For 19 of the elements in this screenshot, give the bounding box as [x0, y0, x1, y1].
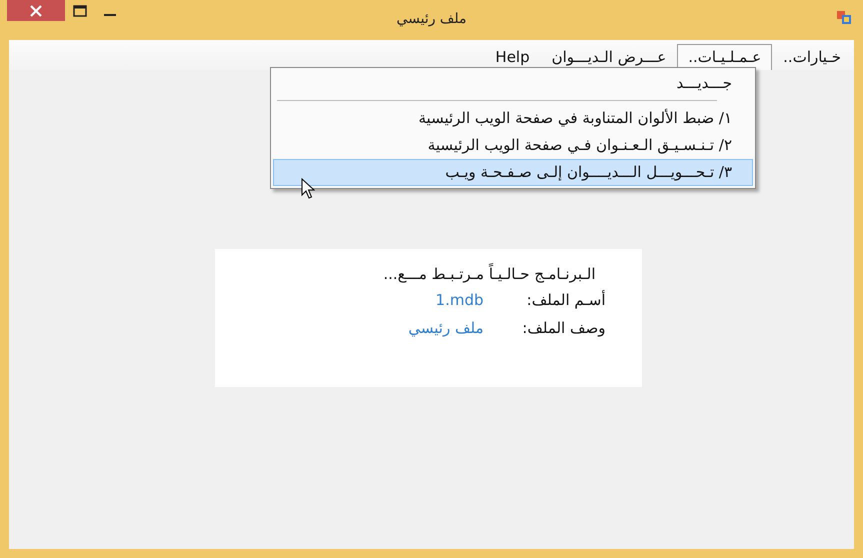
field-value: ملف رئيسي: [408, 319, 484, 337]
menu-item[interactable]: Help: [484, 44, 541, 70]
menu-option[interactable]: ٢/ تـنـسـيـق الـعـنـوان فـي صفحة الويب الرئيسية: [273, 132, 753, 159]
close-icon: [30, 4, 42, 16]
menu-item[interactable]: عـمـلـيـات..: [677, 44, 772, 70]
close-button[interactable]: [7, 0, 65, 21]
menu-option[interactable]: جـــديـــد: [273, 70, 753, 97]
field-label: أسـم الملف:: [526, 291, 606, 309]
menu-item[interactable]: خـيارات..: [772, 44, 852, 70]
app-icon: [836, 9, 852, 25]
minimize-icon: [104, 14, 116, 16]
maximize-icon: [73, 4, 87, 16]
menu-option[interactable]: ٣/ تـحـــويـــل الـــديــــوان إلـى صـفـحـة ويـب: [273, 159, 753, 186]
menu-item[interactable]: عـــرض الـديـــوان: [540, 44, 678, 70]
field-label: وصف الملف:: [521, 319, 606, 337]
menu-option[interactable]: ١/ ضبط الألوان المتناوبة في صفحة الويب الرئيسية: [273, 105, 753, 132]
status-heading: الـبرنـامـج حـالـيـاً مـرتـبـط مـــع...: [383, 265, 596, 283]
window-title: ملف رئيسي: [396, 11, 467, 27]
field-value: 1.mdb: [436, 291, 484, 309]
